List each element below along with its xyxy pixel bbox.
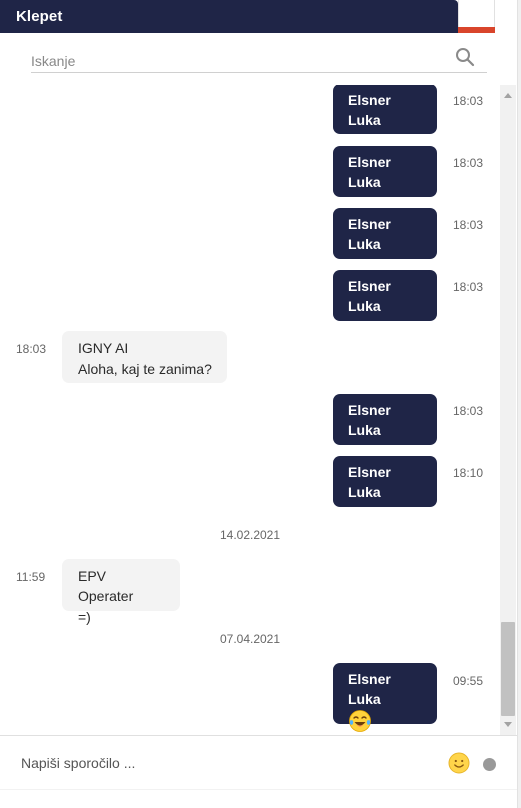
date-separator: 07.04.2021: [219, 632, 281, 646]
message-sender: Elsner Luka: [348, 464, 391, 500]
message-text: hi: [348, 505, 359, 521]
message-sender: Elsner Luka: [348, 92, 391, 128]
message-time: 18:10: [453, 466, 484, 480]
message-sender: Elsner Luka: [348, 278, 391, 314]
search-input[interactable]: [31, 51, 451, 71]
tears-of-joy-emoji: [349, 710, 371, 732]
message-outgoing: Elsner Luka g: [333, 270, 437, 335]
message-outgoing: Elsner Luka gw: [333, 146, 437, 211]
message-sender: Elsner Luka: [348, 216, 391, 252]
scroll-up-arrow-icon[interactable]: [504, 93, 512, 98]
message-sender: Elsner Luka: [348, 154, 391, 190]
message-text: g: [348, 319, 356, 335]
search-bar: [0, 33, 517, 85]
message-sender: IGNY AI: [78, 340, 129, 356]
message-time: 18:03: [16, 342, 47, 356]
scrollbar-thumb[interactable]: [501, 622, 515, 716]
message-time: 11:59: [16, 570, 46, 584]
message-time: 09:55: [453, 674, 484, 688]
message-sender: EPV Operater: [78, 568, 134, 604]
message-outgoing: Elsner Luka: [333, 663, 437, 732]
scroll-down-arrow-icon[interactable]: [504, 722, 512, 727]
message-text: Aloha, kaj te zanima?: [78, 361, 212, 377]
chat-widget: Klepet Elsner Luka gwg 18:03 Elsner Luka…: [0, 0, 521, 808]
message-text: [348, 709, 427, 735]
message-time: 18:03: [453, 280, 484, 294]
message-composer: [0, 735, 517, 789]
message-text: =): [78, 609, 91, 625]
date-separator: 14.02.2021: [219, 528, 281, 542]
chat-title: Klepet: [16, 8, 63, 25]
message-time: 18:03: [453, 404, 484, 418]
send-button[interactable]: [483, 758, 496, 771]
message-incoming: EPV Operater =): [62, 559, 180, 625]
message-list[interactable]: Elsner Luka gwg 18:03 Elsner Luka gw 18:…: [0, 85, 500, 735]
bottom-strip: [0, 789, 517, 808]
message-time: 18:03: [453, 156, 484, 170]
message-outgoing: Elsner Luka gwfew: [333, 208, 437, 273]
message-outgoing: Elsner Luka ew: [333, 394, 437, 459]
search-underline: [31, 72, 487, 73]
message-sender: Elsner Luka: [348, 402, 391, 438]
message-time: 18:03: [453, 94, 484, 108]
message-sender: Elsner Luka: [348, 671, 391, 707]
message-outgoing: Elsner Luka hi: [333, 456, 437, 521]
smiley-icon[interactable]: [448, 752, 470, 774]
search-icon[interactable]: [455, 47, 475, 67]
message-scrollbar[interactable]: [500, 85, 516, 735]
chat-header[interactable]: Klepet: [0, 0, 458, 33]
message-incoming: IGNY AI Aloha, kaj te zanima?: [62, 331, 227, 383]
message-time: 18:03: [453, 218, 484, 232]
message-outgoing: Elsner Luka gwg: [333, 85, 437, 149]
window-edge: [517, 0, 521, 808]
message-input[interactable]: [21, 753, 421, 773]
